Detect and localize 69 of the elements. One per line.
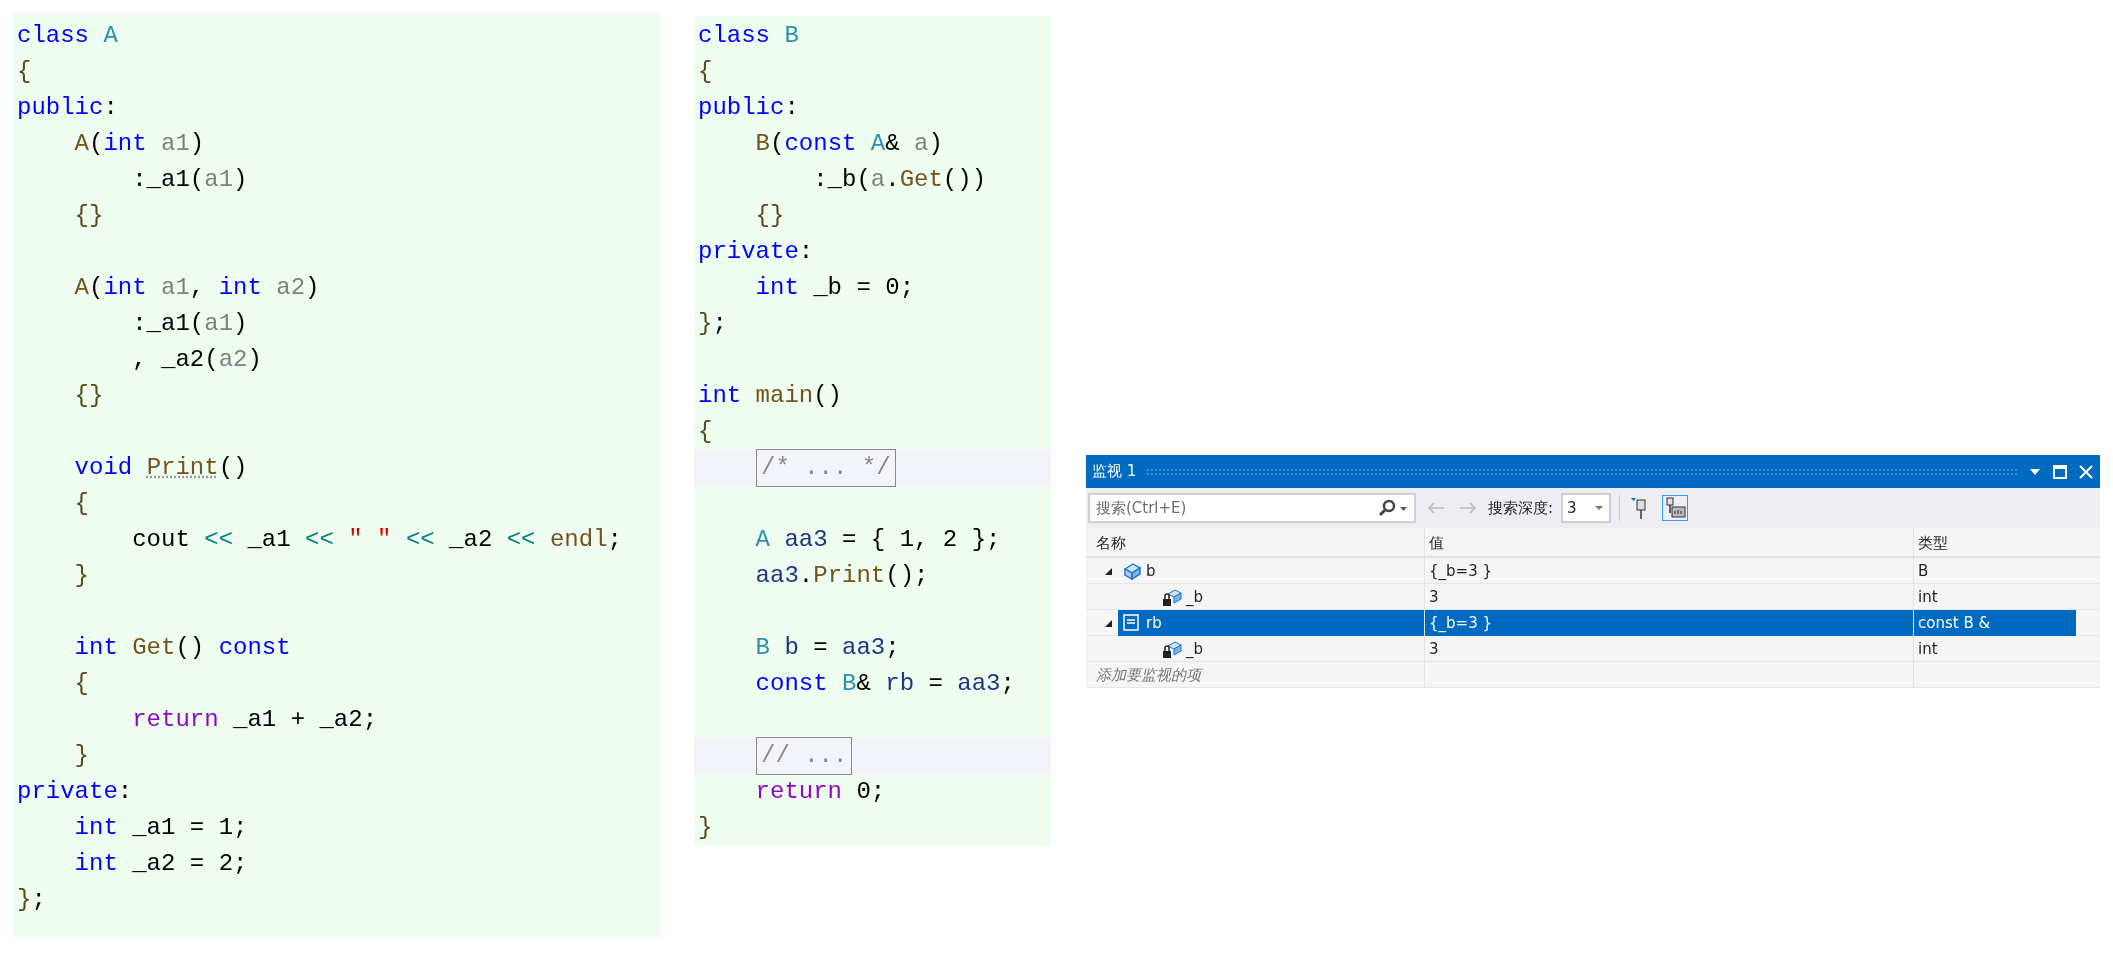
code-line: int _b = 0; [754,273,916,303]
code-line: :_a1(a1) [131,309,249,339]
depth-select[interactable]: 3 [1561,493,1612,523]
window-title: 监视 1 [1092,461,1137,483]
code-line: private: [17,777,134,807]
code-line: { [17,57,33,87]
code-line: public: [17,93,119,123]
code-line: private: [698,237,815,267]
close-icon[interactable] [2078,463,2094,480]
code-line: { [698,57,714,87]
code-line: void Print() [73,453,249,483]
depth-label: 搜索深度: [1488,497,1554,519]
variable-name: b [1146,561,1156,582]
maximize-icon[interactable] [2052,463,2068,480]
column-header[interactable]: 类型 [1913,528,2076,558]
code-line: {} [754,201,786,231]
locked-field-icon [1162,639,1182,659]
watch-row[interactable]: b {_b=3 } B [1086,558,2100,584]
code-line: :_a1(a1) [131,165,249,195]
code-line: } [698,813,714,843]
code-line: }; [17,885,47,915]
watch-row[interactable]: _b 3 int [1086,636,2100,662]
watch-row[interactable]: rb {_b=3 } const B & [1086,610,2100,636]
code-line: return _a1 + _a2; [131,705,379,735]
code-line: } [73,561,90,591]
add-watch-placeholder[interactable]: 添加要监视的项 [1086,662,1424,688]
value-cell: {_b=3 } [1424,558,1913,584]
code-line: {} [73,381,105,411]
code-line: :_b(a.Get()) [812,165,988,195]
code-line: int main() [698,381,844,411]
object-icon [1122,561,1142,581]
code-line: A(int a1) [73,129,206,159]
code-line: aa3.Print(); [754,561,930,591]
code-line: class A [17,21,119,51]
variable-name: _b [1186,587,1204,608]
code-line: return 0; [754,777,887,807]
code-line: { [698,417,714,447]
code-line: } [73,741,90,771]
type-cell: B [1913,558,2076,584]
code-line: A(int a1, int a2) [73,273,321,303]
code-line: {} [73,201,105,231]
variable-icon [1122,613,1142,633]
code-line: , _a2(a2) [131,345,263,375]
code-line: B b = aa3; [754,633,901,663]
code-line: { [73,489,90,519]
value-cell: 3 [1424,636,1913,662]
search-field[interactable]: 搜索(Ctrl+E) [1088,493,1416,523]
pin-text-icon [1664,497,1687,519]
code-line: int _a1 = 1; [73,813,249,843]
code-line: B(const A& a) [754,129,944,159]
code-line: A aa3 = { 1, 2 }; [754,525,1002,555]
type-cell: const B & [1913,610,2076,636]
code-line: { [73,669,90,699]
code-line: int Get() const [73,633,292,663]
variable-name: _b [1186,639,1204,660]
code-line: int _a2 = 2; [73,849,249,879]
code-line: class B [698,21,800,51]
variable-name: rb [1146,613,1162,634]
value-cell: {_b=3 } [1424,610,1913,636]
code-line: }; [698,309,728,339]
column-header[interactable]: 名称 [1086,528,1424,558]
code-line: cout << _a1 << " " << _a2 << endl; [131,525,623,555]
column-header[interactable]: 值 [1424,528,1913,558]
locked-field-icon [1162,587,1182,607]
code-line: public: [698,93,800,123]
search-icon[interactable] [1378,499,1396,517]
type-cell: int [1913,636,2076,662]
pin-text-button[interactable] [1662,495,1689,521]
code-line: const B& rb = aa3; [754,669,1016,699]
